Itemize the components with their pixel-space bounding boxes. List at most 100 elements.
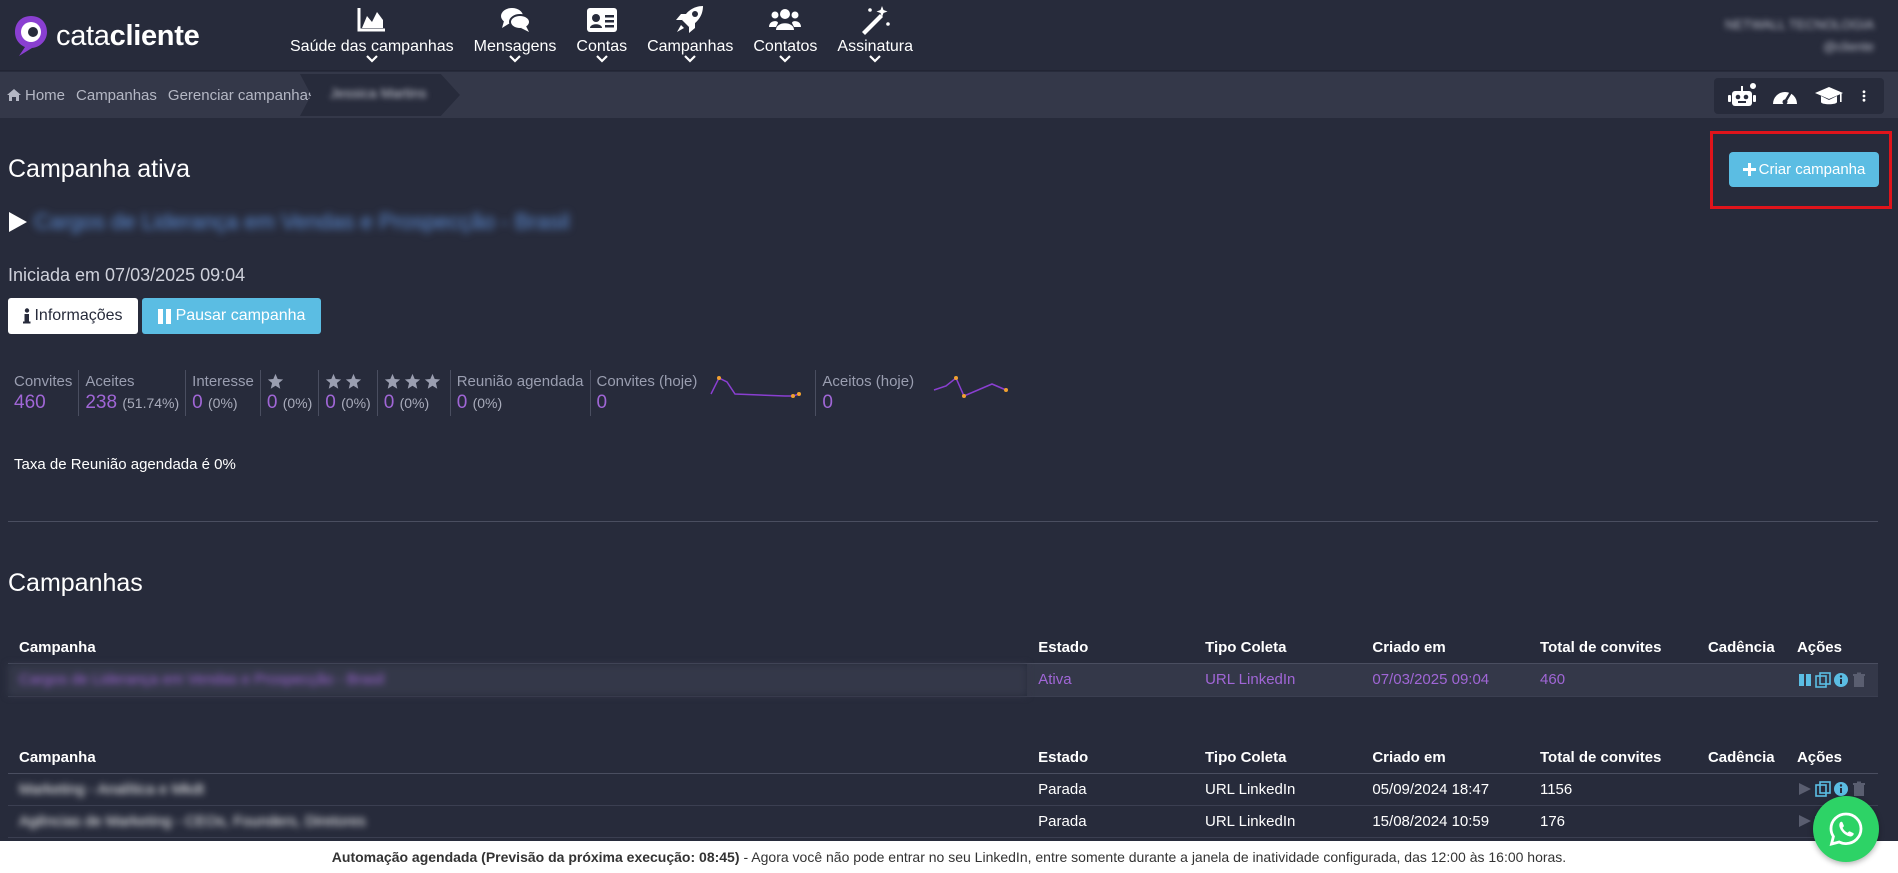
trash-icon[interactable] bbox=[1851, 672, 1867, 688]
footer-schedule: Automação agendada (Previsão da próxima … bbox=[331, 849, 740, 865]
cell-total: 460 bbox=[1529, 663, 1697, 697]
automation-footer: Automação agendada (Previsão da próxima … bbox=[0, 841, 1898, 873]
nav-mensagens[interactable]: Mensagens bbox=[464, 0, 567, 71]
stat-convites: Convites 460 bbox=[8, 370, 78, 416]
col-campanha[interactable]: Campanha bbox=[8, 633, 1028, 664]
nav-contatos[interactable]: Contatos bbox=[743, 0, 827, 71]
cell-tipo: URL LinkedIn bbox=[1194, 773, 1362, 806]
stat-label: Reunião agendada bbox=[456, 373, 584, 390]
chevron-down-icon bbox=[869, 55, 881, 63]
col-criado-em[interactable]: Criado em bbox=[1361, 633, 1530, 664]
play-icon[interactable] bbox=[1797, 781, 1813, 797]
chevron-down-icon bbox=[595, 55, 608, 63]
star-icon bbox=[404, 373, 420, 389]
nav-contas[interactable]: Contas bbox=[566, 0, 637, 71]
trash-icon[interactable] bbox=[1851, 781, 1867, 797]
copy-icon[interactable] bbox=[1815, 781, 1831, 797]
nav-saude-campanhas[interactable]: Saúde das campanhas bbox=[280, 0, 464, 71]
breadcrumb-home[interactable]: Home bbox=[6, 87, 65, 104]
cell-campanha[interactable]: Agências de Marketing - CEOs, Founders, … bbox=[8, 805, 1028, 838]
cell-estado: Parada bbox=[1027, 773, 1195, 806]
col-total-convites[interactable]: Total de convites bbox=[1529, 633, 1697, 664]
home-icon bbox=[7, 89, 21, 101]
stat-value: 0 bbox=[822, 392, 833, 413]
dashboard-icon[interactable] bbox=[1770, 82, 1800, 110]
active-campaign-name[interactable]: Cargos de Liderança em Vendas e Prospecç… bbox=[8, 209, 570, 235]
info-icon bbox=[23, 308, 31, 324]
col-cadencia[interactable]: Cadência bbox=[1696, 633, 1786, 664]
logo[interactable]: catacliente bbox=[12, 14, 200, 58]
cell-cadencia bbox=[1696, 663, 1786, 697]
table-row[interactable]: Cargos de Liderança em Vendas e Prospecç… bbox=[8, 663, 1878, 697]
chevron-down-icon bbox=[779, 55, 792, 63]
star-icon bbox=[326, 373, 342, 389]
col-cadencia[interactable]: Cadência bbox=[1696, 743, 1786, 774]
campaigns-title: Campanhas bbox=[8, 569, 143, 597]
cell-acoes bbox=[1785, 663, 1878, 697]
comments-icon bbox=[501, 8, 532, 32]
stat-value: 0 (0%) bbox=[383, 392, 430, 413]
user-info[interactable]: NETWALL TECNOLOGIA @cliente bbox=[1725, 14, 1874, 58]
col-estado[interactable]: Estado bbox=[1027, 633, 1195, 664]
user-handle: @cliente bbox=[1823, 39, 1874, 54]
table-row[interactable]: Marketing - Analítica e Mkdt Parada URL … bbox=[8, 773, 1878, 806]
breadcrumb-bar: Home Campanhas Gerenciar campanhas Jessi… bbox=[0, 72, 1898, 118]
col-total-convites[interactable]: Total de convites bbox=[1528, 743, 1697, 774]
play-icon[interactable] bbox=[1797, 813, 1813, 829]
info-circle-icon[interactable] bbox=[1833, 672, 1849, 688]
stat-convites-hoje: Convites (hoje) 0 bbox=[589, 370, 704, 416]
nav-label: Saúde das campanhas bbox=[290, 38, 454, 55]
plus-icon bbox=[1742, 163, 1756, 176]
stat-aceites: Aceites 238 (51.74%) bbox=[78, 370, 185, 416]
cell-criado: 15/08/2024 10:59 bbox=[1361, 805, 1529, 838]
breadcrumb-campanhas[interactable]: Campanhas bbox=[76, 87, 157, 104]
info-button[interactable]: Informações bbox=[8, 298, 138, 334]
robot-icon[interactable] bbox=[1727, 82, 1757, 110]
breadcrumb: Home Campanhas Gerenciar campanhas bbox=[6, 72, 326, 118]
cell-campanha[interactable]: Cargos de Liderança em Vendas e Prospecç… bbox=[8, 663, 1028, 697]
col-criado-em[interactable]: Criado em bbox=[1361, 743, 1529, 774]
stat-reuniao: Reunião agendada 0 (0%) bbox=[449, 370, 590, 416]
star-icon bbox=[424, 373, 440, 389]
whatsapp-icon bbox=[1829, 812, 1863, 846]
section-divider bbox=[8, 521, 1878, 522]
stat-label: Aceites bbox=[85, 373, 135, 390]
create-campaign-button[interactable]: Criar campanha bbox=[1729, 152, 1879, 187]
logo-text: catacliente bbox=[56, 19, 200, 52]
nav-assinatura[interactable]: Assinatura bbox=[827, 0, 923, 71]
col-acoes: Ações bbox=[1785, 633, 1878, 664]
col-tipo-coleta[interactable]: Tipo Coleta bbox=[1194, 743, 1362, 774]
col-acoes: Ações bbox=[1785, 743, 1878, 774]
breadcrumb-current: Jessica Martins bbox=[330, 85, 427, 101]
users-icon bbox=[769, 9, 802, 30]
copy-icon[interactable] bbox=[1815, 671, 1831, 688]
active-campaign-title: Cargos de Liderança em Vendas e Prospecç… bbox=[34, 209, 570, 234]
main-nav: Saúde das campanhas Mensagens Contas Cam… bbox=[280, 0, 923, 71]
stat-value: 0 bbox=[596, 392, 608, 413]
nav-campanhas[interactable]: Campanhas bbox=[637, 0, 743, 71]
stat-aceitos-hoje: Aceitos (hoje) 0 bbox=[815, 370, 920, 416]
pause-campaign-button[interactable]: Pausar campanha bbox=[142, 298, 321, 334]
star-icon bbox=[267, 373, 284, 389]
col-estado[interactable]: Estado bbox=[1027, 743, 1195, 774]
table-row[interactable]: Agências de Marketing - CEOs, Founders, … bbox=[8, 805, 1878, 838]
graduation-cap-icon[interactable] bbox=[1814, 82, 1844, 110]
more-vertical-icon[interactable] bbox=[1857, 82, 1871, 110]
col-tipo-coleta[interactable]: Tipo Coleta bbox=[1194, 633, 1362, 664]
info-label: Informações bbox=[34, 307, 123, 324]
nav-label: Campanhas bbox=[647, 38, 734, 55]
pause-icon[interactable] bbox=[1797, 672, 1813, 688]
whatsapp-button[interactable] bbox=[1813, 796, 1879, 862]
chevron-down-icon bbox=[684, 55, 697, 63]
active-campaigns-table: Campanha Estado Tipo Coleta Criado em To… bbox=[8, 633, 1878, 697]
magic-wand-icon bbox=[862, 6, 891, 35]
breadcrumb-gerenciar[interactable]: Gerenciar campanhas bbox=[168, 87, 316, 104]
cell-tipo: URL LinkedIn bbox=[1194, 663, 1362, 697]
info-circle-icon[interactable] bbox=[1833, 781, 1849, 797]
stat-value: 0 (0%) bbox=[266, 392, 313, 413]
stat-label: Interesse bbox=[192, 373, 254, 390]
col-campanha[interactable]: Campanha bbox=[8, 743, 1028, 774]
cell-tipo: URL LinkedIn bbox=[1194, 805, 1362, 838]
cell-campanha[interactable]: Marketing - Analítica e Mkdt bbox=[8, 773, 1028, 806]
cell-total: 1156 bbox=[1528, 773, 1697, 806]
